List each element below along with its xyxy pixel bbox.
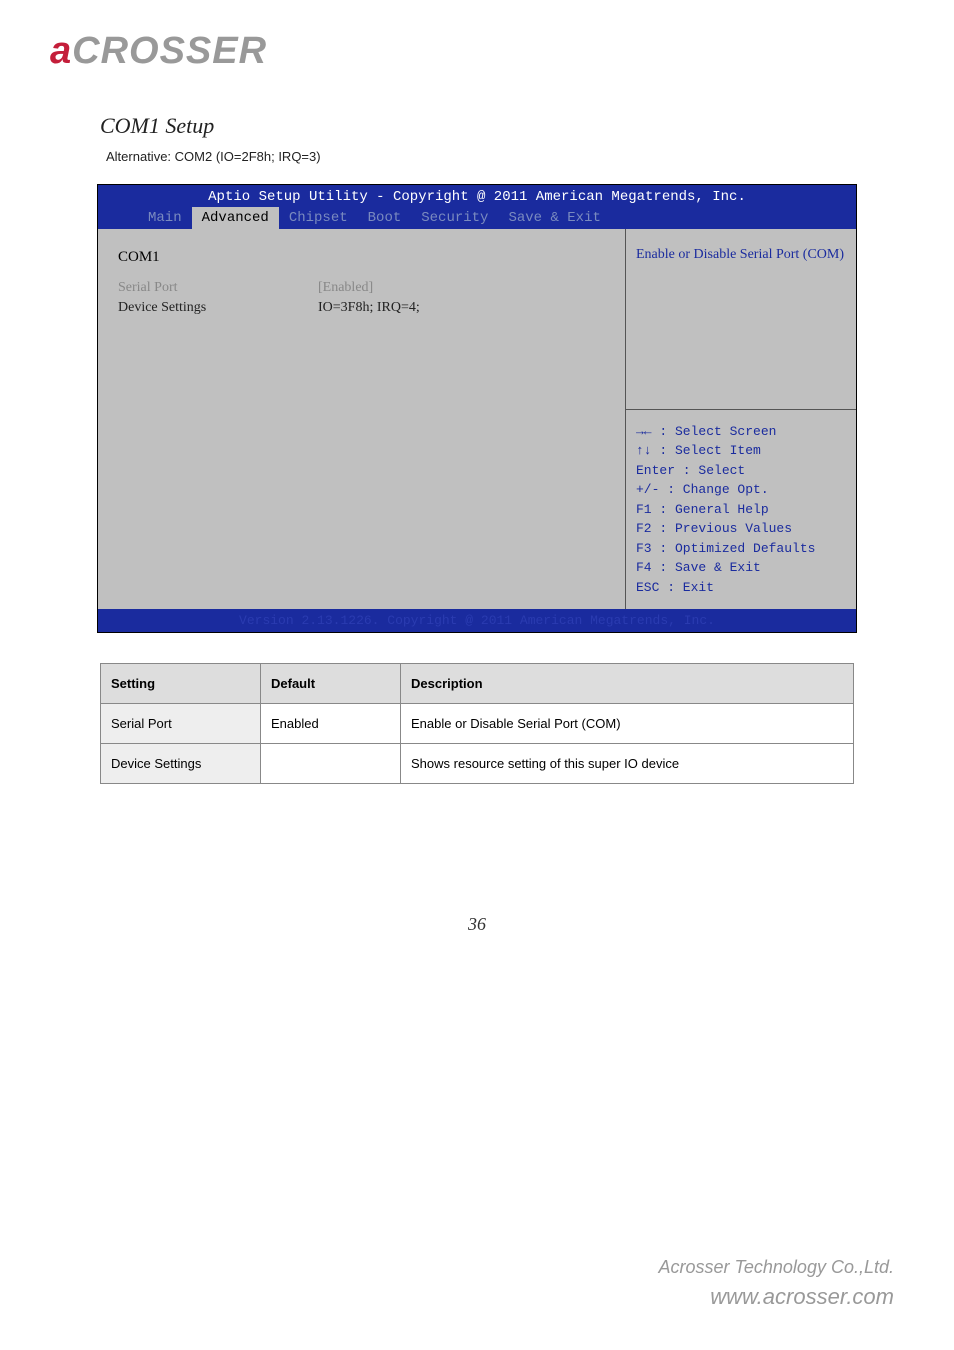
- logo: aCROSSER: [50, 30, 904, 73]
- page-number: 36: [50, 914, 904, 935]
- bios-tab-security[interactable]: Security: [411, 207, 498, 229]
- logo-a: a: [50, 30, 72, 72]
- bios-footer: Version 2.13.1226. Copyright @ 2011 Amer…: [98, 609, 856, 632]
- bios-help-text: Enable or Disable Serial Port (COM): [626, 229, 856, 410]
- th-description: Description: [401, 664, 854, 704]
- cell-description: Shows resource setting of this super IO …: [401, 744, 854, 784]
- cell-setting: Serial Port: [101, 704, 261, 744]
- doc-section-title: COM1 Setup: [100, 113, 904, 139]
- bios-item-device-settings: Device Settings: [118, 300, 318, 316]
- cell-default: Enabled: [261, 704, 401, 744]
- doc-alt-line: Alternative: COM2 (IO=2F8h; IRQ=3): [106, 149, 904, 164]
- bios-tab-save-exit[interactable]: Save & Exit: [498, 207, 610, 229]
- bios-left-heading: COM1: [118, 249, 605, 266]
- bios-tab-boot[interactable]: Boot: [358, 207, 412, 229]
- th-setting: Setting: [101, 664, 261, 704]
- logo-rest: CROSSER: [72, 30, 267, 72]
- bios-item-serial-port[interactable]: Serial Port: [118, 280, 318, 296]
- bios-key-legend: →← : Select Screen ↑↓ : Select Item Ente…: [626, 410, 856, 610]
- page-footer: Acrosser Technology Co.,Ltd. www.acrosse…: [659, 1257, 894, 1310]
- bios-tabs: Main Advanced Chipset Boot Security Save…: [98, 207, 856, 229]
- cell-description: Enable or Disable Serial Port (COM): [401, 704, 854, 744]
- bios-tab-chipset[interactable]: Chipset: [279, 207, 358, 229]
- th-default: Default: [261, 664, 401, 704]
- footer-company: Acrosser Technology Co.,Ltd.: [659, 1257, 894, 1278]
- bios-tab-main[interactable]: Main: [138, 207, 192, 229]
- cell-default: [261, 744, 401, 784]
- bios-header: Aptio Setup Utility - Copyright @ 2011 A…: [98, 185, 856, 207]
- table-row: Serial Port Enabled Enable or Disable Se…: [101, 704, 854, 744]
- bios-screenshot: Aptio Setup Utility - Copyright @ 2011 A…: [97, 184, 857, 633]
- settings-table: Setting Default Description Serial Port …: [100, 663, 854, 784]
- bios-item-device-settings-value: IO=3F8h; IRQ=4;: [318, 300, 605, 316]
- footer-url: www.acrosser.com: [659, 1284, 894, 1310]
- bios-left-panel: COM1 Serial Port [Enabled] Device Settin…: [98, 229, 626, 609]
- bios-item-serial-port-value[interactable]: [Enabled]: [318, 280, 605, 296]
- table-row: Device Settings Shows resource setting o…: [101, 744, 854, 784]
- bios-tab-advanced[interactable]: Advanced: [192, 207, 279, 229]
- cell-setting: Device Settings: [101, 744, 261, 784]
